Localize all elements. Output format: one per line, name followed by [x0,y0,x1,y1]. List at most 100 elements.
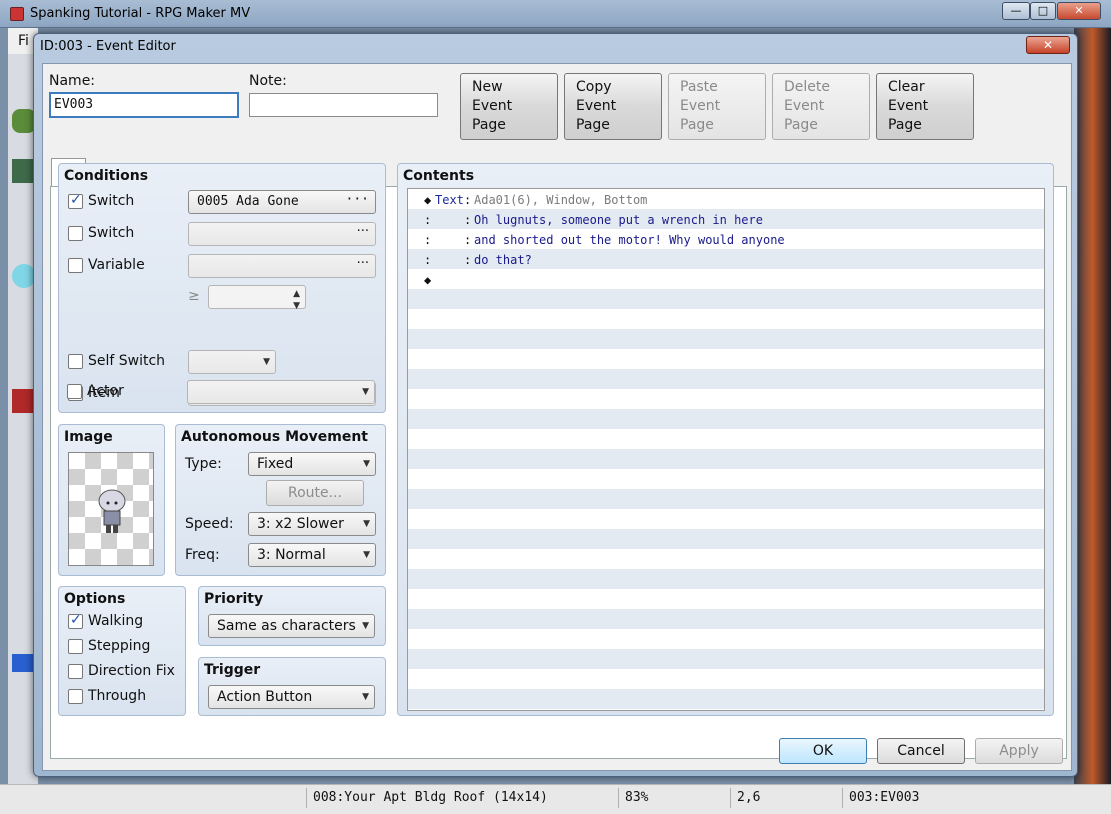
command-sep: : [464,193,472,207]
trigger-select[interactable]: Action Button ▼ [208,685,375,709]
cancel-button[interactable]: Cancel [877,738,965,764]
button-line: Event Page [576,98,617,133]
movement-type-select[interactable]: Fixed ▼ [248,452,376,476]
dialog-title: ID:003 - Event Editor [40,39,176,54]
list-item[interactable]: : : and shorted out the motor! Why would… [408,230,1044,250]
variable-value-spinner[interactable]: ▲ ▼ [208,285,306,311]
command-params: Ada01(6), Window, Bottom [474,193,648,207]
dropdown-arrow-icon: ▼ [363,550,370,560]
switch2-checkbox[interactable] [68,226,83,241]
command-name: Text [435,193,464,207]
through-label: Through [88,688,147,704]
actor-label: Actor [87,383,124,399]
event-editor-dialog: ID:003 - Event Editor ✕ Name: EV003 Note… [33,33,1078,777]
maximize-button[interactable]: □ [1030,2,1056,20]
movement-freq-value: 3: Normal [257,547,326,563]
image-title: Image [64,429,113,445]
clear-event-page-button[interactable]: Clear Event Page [876,73,974,140]
button-line: Event Page [680,98,721,133]
delete-event-page-button[interactable]: Delete Event Page [772,73,870,140]
message-text: and shorted out the motor! Why would any… [474,233,785,247]
dropdown-arrow-icon: ▼ [362,692,369,702]
actor-select[interactable]: ▼ [187,380,375,404]
command-marker: ◆ [424,193,432,207]
command-marker: : [424,213,432,227]
button-line: New [472,79,503,95]
main-close-button[interactable]: ✕ [1057,2,1101,20]
direction-fix-checkbox[interactable] [68,664,83,679]
button-line: Delete [784,79,830,95]
copy-event-page-button[interactable]: Copy Event Page [564,73,662,140]
priority-value: Same as characters [217,618,356,634]
apply-button[interactable]: Apply [975,738,1063,764]
type-label: Type: [185,456,222,472]
walking-label: Walking [88,613,144,629]
movement-freq-select[interactable]: 3: Normal ▼ [248,543,376,567]
note-input[interactable] [249,93,438,117]
options-group: Options ✓ Walking Stepping Direction Fix… [58,586,186,716]
options-title: Options [64,591,126,607]
ellipsis-icon: ··· [356,256,369,271]
route-button[interactable]: Route... [266,480,364,506]
through-checkbox[interactable] [68,689,83,704]
switch2-select[interactable]: ··· [188,222,376,246]
conditions-title: Conditions [64,168,149,184]
spin-down-icon: ▼ [293,301,300,311]
button-line: Clear [888,79,925,95]
command-marker: ◆ [424,273,432,287]
note-label: Note: [249,73,287,89]
command-sep: : [464,253,472,267]
status-map: 008:Your Apt Bldg Roof (14x14) [306,788,618,808]
message-text: Oh lugnuts, someone put a wrench in here [474,213,763,227]
paste-event-page-button[interactable]: Paste Event Page [668,73,766,140]
message-text: do that? [474,253,532,267]
stepping-checkbox[interactable] [68,639,83,654]
self-switch-checkbox[interactable] [68,354,83,369]
priority-title: Priority [204,591,264,607]
ok-button[interactable]: OK [779,738,867,764]
actor-checkbox[interactable] [67,384,82,399]
list-item[interactable]: ◆ Text : Ada01(6), Window, Bottom [408,190,1044,210]
menu-file[interactable]: Fi [18,33,29,49]
button-line: Copy [576,79,612,95]
switch1-select[interactable]: 0005 Ada Gone ··· [188,190,376,214]
ge-symbol: ≥ [188,288,200,304]
minimize-button[interactable]: — [1002,2,1030,20]
dropdown-arrow-icon: ▼ [363,519,370,529]
ellipsis-icon: ··· [356,224,369,239]
character-image-preview[interactable] [68,452,154,566]
variable-select[interactable]: ··· [188,254,376,278]
movement-speed-value: 3: x2 Slower [257,516,344,532]
switch1-value: 0005 Ada Gone [197,194,299,209]
status-bar: 008:Your Apt Bldg Roof (14x14) 83% 2,6 0… [0,784,1111,814]
list-item[interactable]: : : Oh lugnuts, someone put a wrench in … [408,210,1044,230]
list-item[interactable]: ◆ [408,270,1044,290]
variable-checkbox[interactable] [68,258,83,273]
dropdown-arrow-icon: ▼ [362,621,369,631]
trigger-group: Trigger Action Button ▼ [198,657,386,716]
app-icon [10,7,24,21]
status-zoom: 83% [618,788,730,808]
switch2-label: Switch [88,225,135,241]
name-input[interactable]: EV003 [49,92,239,118]
trigger-title: Trigger [204,662,261,678]
button-line: Event Page [472,98,513,133]
main-titlebar: Spanking Tutorial - RPG Maker MV — □ ✕ [0,0,1111,28]
dialog-close-button[interactable]: ✕ [1026,36,1070,54]
self-switch-select[interactable]: ▼ [188,350,276,374]
button-line: Event Page [784,98,825,133]
priority-select[interactable]: Same as characters ▼ [208,614,375,638]
switch1-label: Switch [88,193,135,209]
dropdown-arrow-icon: ▼ [362,387,369,397]
dropdown-arrow-icon: ▼ [363,459,370,469]
button-line: Event Page [888,98,929,133]
movement-speed-select[interactable]: 3: x2 Slower ▼ [248,512,376,536]
movement-type-value: Fixed [257,456,294,472]
switch1-checkbox[interactable]: ✓ [68,192,83,209]
contents-title: Contents [403,168,475,184]
event-command-list[interactable]: ◆ Text : Ada01(6), Window, Bottom : : Oh… [407,188,1045,711]
list-item[interactable]: : : do that? [408,250,1044,270]
movement-title: Autonomous Movement [181,429,368,445]
new-event-page-button[interactable]: New Event Page [460,73,558,140]
walking-checkbox[interactable]: ✓ [68,612,83,629]
